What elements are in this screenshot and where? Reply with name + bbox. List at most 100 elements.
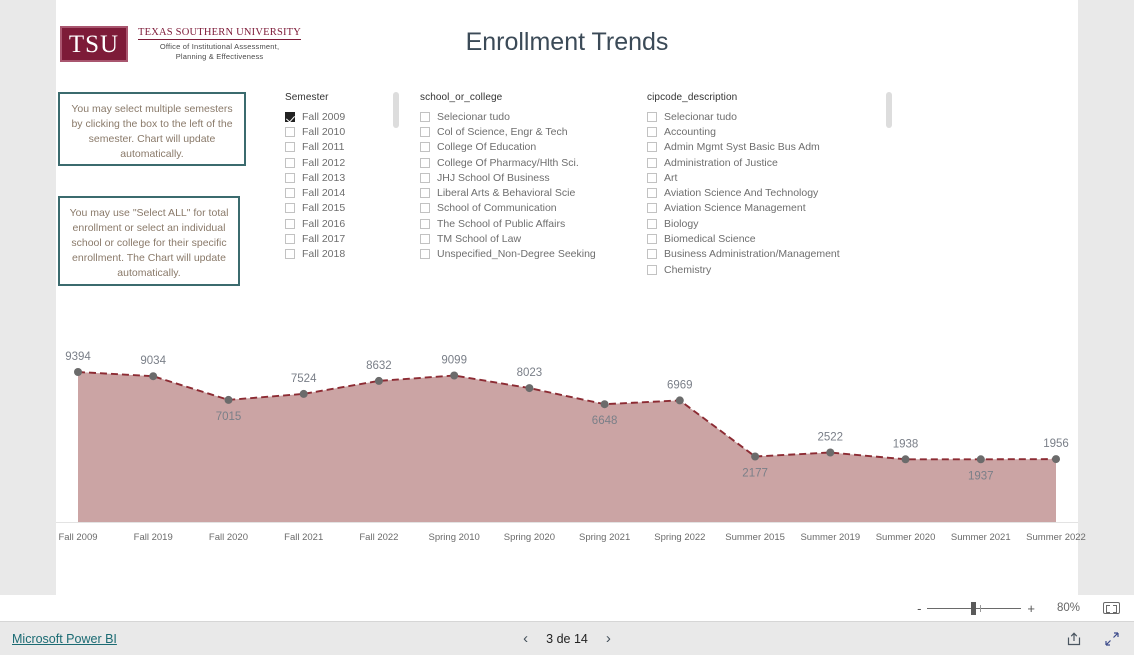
chart-data-point[interactable] <box>374 376 383 385</box>
slicer-item[interactable]: College Of Pharmacy/Hlth Sci. <box>420 155 596 170</box>
instruction-box-semester: You may select multiple semesters by cli… <box>58 92 246 166</box>
chart-data-point[interactable] <box>600 400 609 409</box>
checkbox-icon[interactable] <box>647 203 657 214</box>
chart-data-point[interactable] <box>901 455 910 464</box>
checkbox-icon[interactable] <box>285 142 295 153</box>
checkbox-icon[interactable] <box>285 126 295 137</box>
checkbox-icon[interactable] <box>420 218 430 229</box>
slicer-item[interactable]: School of Communication <box>420 201 596 216</box>
chart-x-axis-label: Spring 2021 <box>578 532 631 543</box>
slicer-item[interactable]: Unspecified_Non-Degree Seeking <box>420 247 596 262</box>
slicer-item[interactable]: Fall 2015 <box>285 201 345 216</box>
chart-data-point[interactable] <box>149 372 158 381</box>
checkbox-icon[interactable] <box>420 172 430 183</box>
slicer-item[interactable]: Selecionar tudo <box>647 109 840 124</box>
chart-data-label: 9099 <box>441 355 467 367</box>
slicer-item[interactable]: Biology <box>647 216 840 231</box>
slicer-item-label: Biomedical Science <box>664 233 756 246</box>
checkbox-icon[interactable] <box>647 188 657 199</box>
microsoft-power-bi-link[interactable]: Microsoft Power BI <box>12 632 117 646</box>
slicer-item[interactable]: Fall 2017 <box>285 231 345 246</box>
checkbox-icon[interactable] <box>420 203 430 214</box>
zoom-level-value: 80% <box>1057 602 1081 614</box>
slicer-item[interactable]: Admin Mgmt Syst Basic Bus Adm <box>647 140 840 155</box>
checkbox-checked-icon[interactable] <box>285 111 295 122</box>
fit-to-page-icon[interactable] <box>1103 602 1120 614</box>
chart-data-point[interactable] <box>299 389 308 398</box>
checkbox-icon[interactable] <box>285 234 295 245</box>
checkbox-icon[interactable] <box>420 157 430 168</box>
slicer-semester: Semester Fall 2009 Fall 2010 Fall 2011 Fall… <box>285 92 400 262</box>
slicer-item[interactable]: Aviation Science Management <box>647 201 840 216</box>
slicer-school-list[interactable]: Selecionar tudo Col of Science, Engr & Te… <box>420 109 596 262</box>
zoom-in-button[interactable]: + <box>1021 601 1041 616</box>
slicer-item[interactable]: Art <box>647 170 840 185</box>
chart-data-point[interactable] <box>751 452 760 461</box>
zoom-slider-handle[interactable] <box>970 601 976 615</box>
checkbox-icon[interactable] <box>285 203 295 214</box>
chart-data-point[interactable] <box>525 384 534 393</box>
slicer-item[interactable]: Fall 2013 <box>285 170 345 185</box>
slicer-item[interactable]: Business Administration/Management <box>647 247 840 262</box>
slicer-item-label: Fall 2016 <box>302 217 346 230</box>
fullscreen-icon[interactable] <box>1104 631 1120 647</box>
previous-page-icon[interactable]: ‹ <box>523 631 528 646</box>
slicer-item[interactable]: Administration of Justice <box>647 155 840 170</box>
checkbox-icon[interactable] <box>647 111 657 122</box>
checkbox-icon[interactable] <box>285 188 295 199</box>
chart-data-point[interactable] <box>675 396 684 405</box>
checkbox-icon[interactable] <box>285 249 295 260</box>
checkbox-icon[interactable] <box>420 249 430 260</box>
checkbox-icon[interactable] <box>420 142 430 153</box>
slicer-item[interactable]: Aviation Science And Technology <box>647 185 840 200</box>
chart-data-point[interactable] <box>74 368 82 376</box>
slicer-item[interactable]: Chemistry <box>647 262 840 277</box>
slicer-item[interactable]: Fall 2010 <box>285 124 345 139</box>
checkbox-icon[interactable] <box>285 157 295 168</box>
checkbox-icon[interactable] <box>285 172 295 183</box>
checkbox-icon[interactable] <box>420 188 430 199</box>
next-page-icon[interactable]: › <box>606 631 611 646</box>
enrollment-trends-area-chart[interactable]: 9394 9034 7015 7524 8632 9099 8023 6648 6969 2177… <box>56 330 1086 565</box>
share-icon[interactable] <box>1066 631 1082 647</box>
slicer-cip-scrollbar[interactable] <box>885 92 892 128</box>
checkbox-icon[interactable] <box>420 234 430 245</box>
slicer-item[interactable]: Fall 2012 <box>285 155 345 170</box>
checkbox-icon[interactable] <box>647 126 657 137</box>
checkbox-icon[interactable] <box>420 126 430 137</box>
chart-data-point[interactable] <box>826 448 835 457</box>
checkbox-icon[interactable] <box>647 218 657 229</box>
chart-data-point[interactable] <box>976 455 985 464</box>
slicer-item[interactable]: College Of Education <box>420 140 596 155</box>
checkbox-icon[interactable] <box>420 111 430 122</box>
slicer-item[interactable]: Fall 2018 <box>285 247 345 262</box>
checkbox-icon[interactable] <box>647 249 657 260</box>
slicer-item[interactable]: Biomedical Science <box>647 231 840 246</box>
slicer-item[interactable]: Col of Science, Engr & Tech <box>420 124 596 139</box>
slicer-item[interactable]: Selecionar tudo <box>420 109 596 124</box>
slicer-semester-scrollbar[interactable] <box>393 92 400 128</box>
slicer-semester-list[interactable]: Fall 2009 Fall 2010 Fall 2011 Fall 2012 Fall… <box>285 109 345 262</box>
slicer-item[interactable]: Fall 2011 <box>285 140 345 155</box>
slicer-item[interactable]: Accounting <box>647 124 840 139</box>
chart-data-point[interactable] <box>224 395 233 404</box>
slicer-item[interactable]: The School of Public Affairs <box>420 216 596 231</box>
checkbox-icon[interactable] <box>647 234 657 245</box>
slicer-item[interactable]: Fall 2009 <box>285 109 345 124</box>
chart-data-point[interactable] <box>1052 455 1060 464</box>
slicer-item[interactable]: JHJ School Of Business <box>420 170 596 185</box>
slicer-item[interactable]: Fall 2016 <box>285 216 345 231</box>
zoom-slider[interactable] <box>927 601 1022 615</box>
checkbox-icon[interactable] <box>647 172 657 183</box>
checkbox-icon[interactable] <box>647 157 657 168</box>
chart-data-point[interactable] <box>450 371 459 380</box>
checkbox-icon[interactable] <box>647 264 657 275</box>
zoom-out-button[interactable]: - <box>911 601 927 616</box>
slicer-item[interactable]: TM School of Law <box>420 231 596 246</box>
checkbox-icon[interactable] <box>285 218 295 229</box>
slicer-cip-list[interactable]: Selecionar tudo Accounting Admin Mgmt Syst… <box>647 109 840 277</box>
slicer-item[interactable]: Fall 2014 <box>285 185 345 200</box>
checkbox-icon[interactable] <box>647 142 657 153</box>
slicer-item-label: Fall 2013 <box>302 171 346 184</box>
slicer-item[interactable]: Liberal Arts & Behavioral Scie <box>420 185 596 200</box>
